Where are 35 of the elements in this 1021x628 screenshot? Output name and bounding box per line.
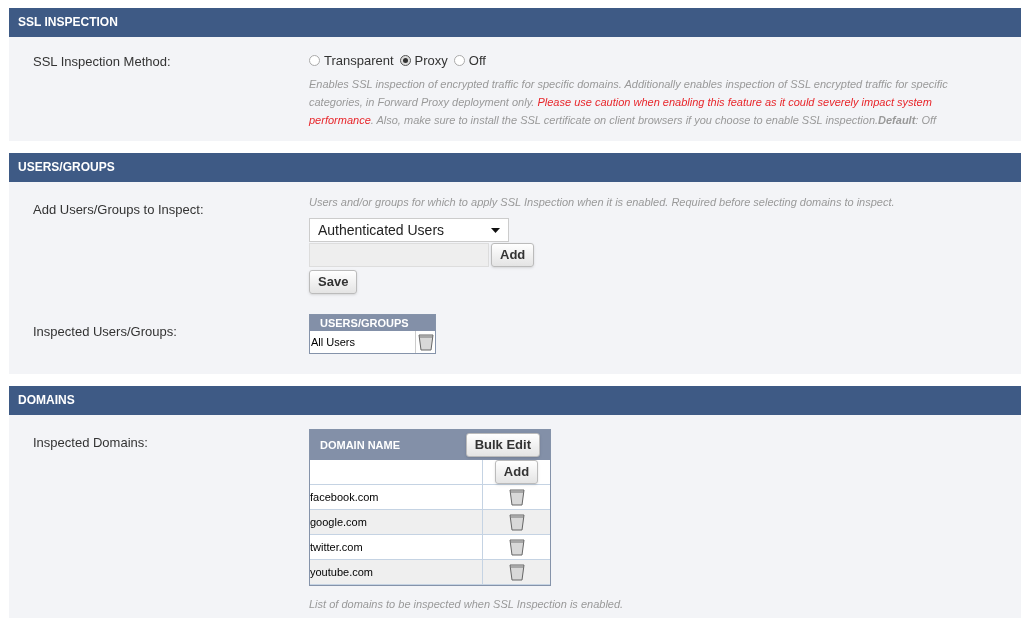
group-input[interactable] [309, 243, 489, 267]
section-header: SSL INSPECTION [9, 8, 1021, 37]
section-header: DOMAINS [9, 385, 1021, 415]
field-label: Inspected Domains: [33, 433, 149, 452]
save-button[interactable]: Save [309, 269, 358, 294]
trash-icon[interactable] [508, 562, 525, 581]
field-label: SSL Inspection Method: [33, 53, 172, 71]
table-header: USERS/GROUPS [310, 314, 435, 331]
option-label: Transparent [324, 52, 394, 70]
radio-button[interactable] [453, 55, 465, 67]
option-label: Off [468, 52, 486, 70]
table-cell: twitter.com [310, 534, 483, 559]
trash-icon[interactable] [417, 332, 434, 351]
table-cell: youtube.com [310, 559, 483, 584]
caret-icon [491, 227, 500, 233]
description-text: Enables SSL inspection of encrypted traffic for specific domains. Additionally enables inspection of SSL encrypted traffic for specific categories, in Forward Proxy deployment only. Please use caution when enabling this feature as it could severely impact system performance. Also, make sure to install the SSL certificate on client browsers if you choose to enable SSL inspection.Default: Off [309, 76, 949, 128]
table-cell-text: All Users [310, 334, 356, 350]
hint-text: Users and/or groups for which to apply SSL Inspection when it is enabled. Required before selecting domains to inspect. [309, 194, 896, 210]
footnote-text: List of domains to be inspected when SSL Inspection is enabled. [309, 596, 624, 612]
field-label: Add Users/Groups to Inspect: [33, 200, 205, 219]
bulk-edit-button[interactable]: Bulk Edit [465, 432, 540, 457]
table-cell: facebook.com [310, 484, 483, 509]
trash-icon[interactable] [508, 487, 525, 506]
field-label: Inspected Users/Groups: [33, 322, 178, 341]
trash-icon[interactable] [508, 512, 525, 531]
radio-button[interactable] [309, 55, 320, 67]
radio-button[interactable] [399, 55, 411, 67]
table-cell: google.com [310, 509, 483, 534]
add-button[interactable]: Add [494, 459, 539, 484]
trash-icon[interactable] [508, 537, 525, 556]
option-label: Proxy [414, 52, 448, 70]
table-header: DOMAIN NAME [320, 437, 401, 453]
add-button[interactable]: Add [491, 243, 535, 267]
section-header: USERS/GROUPS [9, 152, 1021, 182]
group-dropdown[interactable]: Authenticated Users [309, 218, 509, 242]
